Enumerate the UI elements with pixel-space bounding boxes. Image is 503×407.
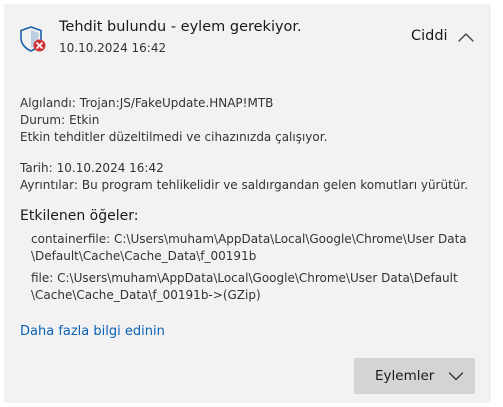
detected-label: Algılandı: [20,96,76,110]
details-row: Ayrıntılar: Bu program tehlikelidir ve sa… [20,178,468,192]
affected-item-line: file: C:\Users\muham\AppData\Local\Googl… [31,271,458,285]
chevron-down-icon [448,369,464,383]
detected-value: Trojan:JS/FakeUpdate.HNAP!MTB [79,96,274,110]
chevron-up-icon[interactable] [455,26,477,48]
threat-timestamp: 10.10.2024 16:42 [59,41,167,55]
shield-alert-icon [18,24,48,54]
status-row: Durum: Etkin [20,113,99,127]
status-value: Etkin [69,113,100,127]
affected-item-line: containerfile: C:\Users\muham\AppData\Lo… [31,232,467,246]
actions-button[interactable]: Eylemler [354,358,475,394]
affected-item-line: \Default\Cache\Cache_Data\f_00191b [31,249,257,263]
date-label: Tarih: [20,161,53,175]
actions-button-label: Eylemler [375,368,435,384]
details-value: Bu program tehlikelidir ve saldırgandan … [81,178,469,192]
detected-row: Algılandı: Trojan:JS/FakeUpdate.HNAP!MTB [20,96,273,110]
threat-card: Tehdit bulundu - eylem gerekiyor. 10.10.… [4,4,491,403]
status-note: Etkin tehditler düzeltilmedi ve cihazını… [20,130,328,144]
threat-header[interactable]: Tehdit bulundu - eylem gerekiyor. 10.10.… [4,4,491,64]
date-value: 10.10.2024 16:42 [56,161,164,175]
status-label: Durum: [20,113,66,127]
threat-title: Tehdit bulundu - eylem gerekiyor. [59,19,302,35]
affected-item-line: \Cache\Cache_Data\f_00191b->(GZip) [31,288,261,302]
affected-items-title: Etkilenen öğeler: [20,208,139,224]
date-row: Tarih: 10.10.2024 16:42 [20,161,164,175]
learn-more-link[interactable]: Daha fazla bilgi edinin [20,324,165,339]
details-label: Ayrıntılar: [20,178,78,192]
severity-label: Ciddi [411,28,448,44]
